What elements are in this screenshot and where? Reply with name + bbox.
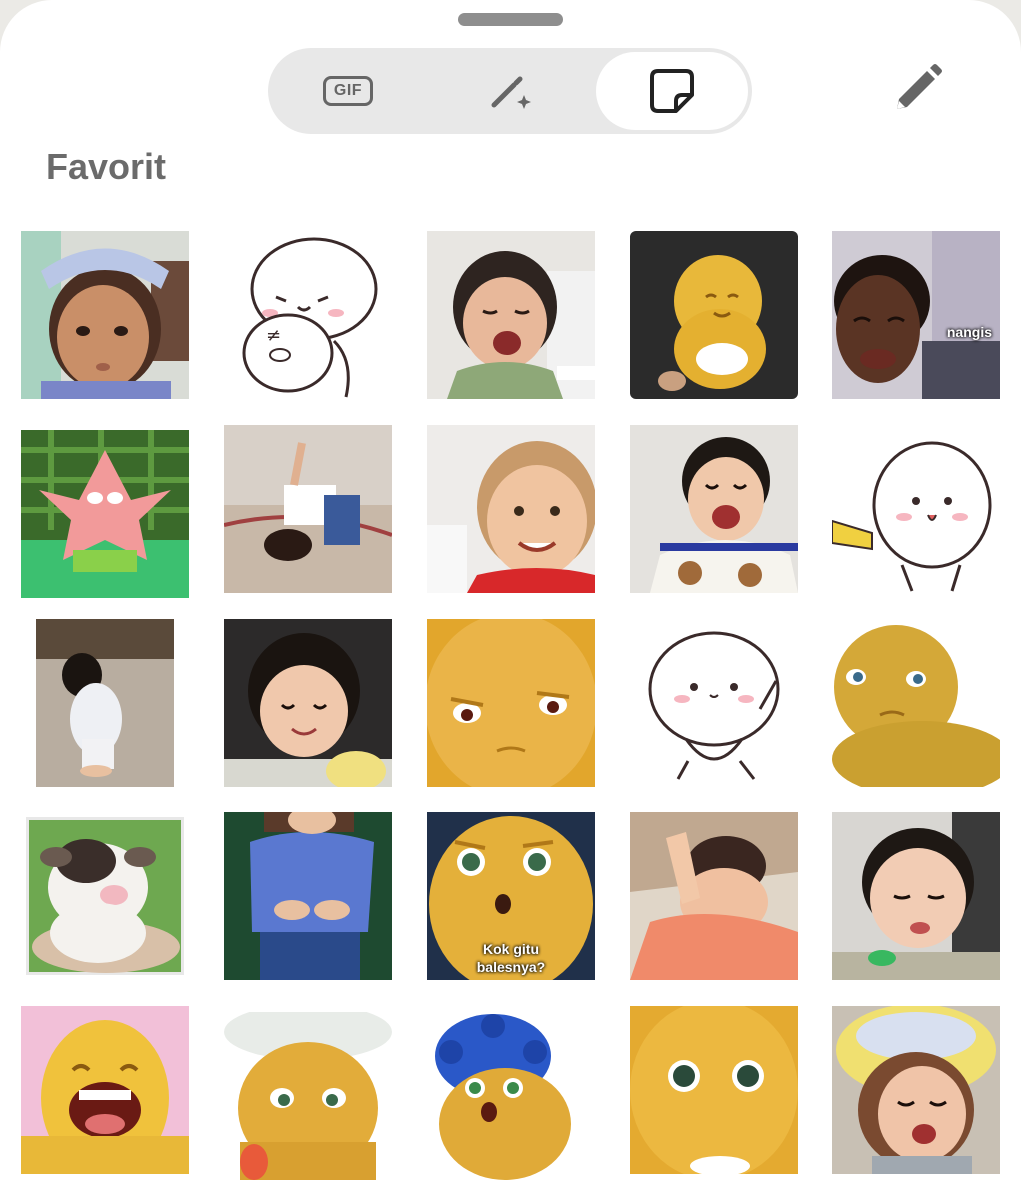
sticker-grid: ≠ nangis Kok gitu balesnya? [0, 0, 1021, 1200]
sticker-image [630, 1006, 798, 1174]
sticker-image [21, 1006, 189, 1174]
sticker-image [832, 425, 1000, 593]
sticker-image [427, 231, 595, 399]
sticker-item[interactable] [630, 231, 798, 399]
sticker-item[interactable] [832, 619, 1000, 787]
sticker-item[interactable] [224, 812, 392, 980]
sticker-image [224, 812, 392, 980]
sticker-item[interactable] [21, 1006, 189, 1174]
sticker-image [427, 1012, 595, 1180]
sticker-item[interactable]: ≠ [224, 231, 392, 399]
sticker-image [630, 231, 798, 399]
sticker-item[interactable] [832, 425, 1000, 593]
sticker-item[interactable] [36, 619, 174, 787]
sticker-item[interactable] [427, 231, 595, 399]
sticker-image [224, 1012, 392, 1180]
sticker-item[interactable] [224, 425, 392, 593]
sticker-image [26, 817, 184, 975]
sticker-item[interactable] [21, 430, 189, 598]
sticker-image [224, 425, 392, 593]
svg-text:≠: ≠ [266, 325, 281, 346]
sticker-image [630, 425, 798, 593]
sticker-image [21, 430, 189, 598]
sticker-image [630, 812, 798, 980]
sticker-item[interactable] [630, 619, 798, 787]
sticker-item[interactable] [630, 812, 798, 980]
sticker-caption: Kok gitu balesnya? [476, 941, 546, 975]
sticker-image [832, 231, 1000, 399]
sticker-item[interactable] [224, 1012, 392, 1180]
sticker-image [427, 619, 595, 787]
sticker-image [832, 619, 1000, 787]
sticker-image [832, 1006, 1000, 1174]
sticker-item[interactable]: nangis [832, 231, 1000, 399]
sticker-item[interactable] [427, 1012, 595, 1180]
sticker-item[interactable] [630, 425, 798, 593]
sticker-caption: nangis [946, 324, 992, 340]
sticker-image [36, 619, 174, 787]
sticker-item[interactable] [224, 619, 392, 787]
sticker-item[interactable] [630, 1006, 798, 1174]
sticker-image [427, 425, 595, 593]
sticker-item[interactable] [427, 619, 595, 787]
sticker-image [21, 231, 189, 399]
sticker-image [630, 619, 798, 787]
sticker-item[interactable] [427, 425, 595, 593]
sticker-image [224, 619, 392, 787]
sticker-image [832, 812, 1000, 980]
sticker-item[interactable] [26, 817, 184, 975]
sticker-item[interactable]: Kok gitu balesnya? [427, 812, 595, 980]
sticker-image: ≠ [224, 231, 392, 399]
sticker-item[interactable] [832, 812, 1000, 980]
sticker-item[interactable] [832, 1006, 1000, 1174]
sticker-panel: GIF Favorit ≠ nangis Kok gitu balesnya? [0, 0, 1021, 1200]
sticker-item[interactable] [21, 231, 189, 399]
